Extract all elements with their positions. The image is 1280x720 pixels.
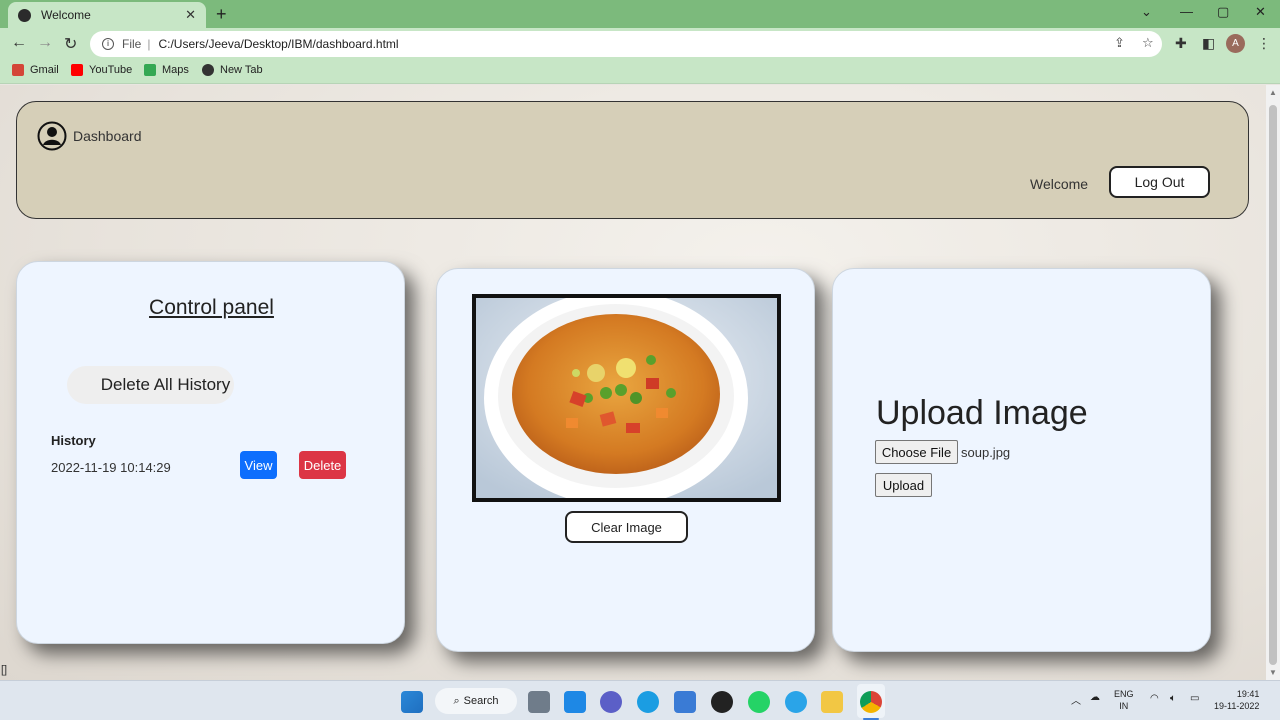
logout-button[interactable]: Log Out [1109, 166, 1210, 198]
bookmark-new-tab[interactable]: New Tab [202, 64, 263, 76]
youtube-icon [71, 64, 83, 76]
url-scheme: File [122, 37, 142, 51]
globe-icon [202, 64, 214, 76]
scrollbar-thumb[interactable] [1269, 105, 1277, 665]
chat-icon[interactable] [600, 691, 622, 713]
close-window-icon[interactable]: ✕ [1255, 4, 1266, 20]
bookmark-label: New Tab [220, 64, 263, 76]
welcome-text: Welcome [1030, 176, 1089, 192]
dashboard-header: Dashboard Welcome Log Out [16, 101, 1249, 219]
url-text: C:/Users/Jeeva/Desktop/IBM/dashboard.htm… [158, 37, 399, 51]
tab-search-icon[interactable]: ⌄ [1141, 4, 1152, 20]
close-tab-icon[interactable]: ✕ [185, 7, 196, 23]
taskbar-search[interactable]: ⌕ Search [435, 688, 517, 714]
wifi-icon[interactable]: ◠ [1150, 693, 1159, 704]
windows-start-icon[interactable] [401, 691, 423, 713]
volume-icon[interactable]: 🔈︎ [1170, 693, 1176, 704]
browser-tab-bar: Welcome ✕ + ⌄ — ▢ ✕ [0, 0, 1280, 28]
battery-icon[interactable]: ▭ [1190, 693, 1199, 704]
url-separator: | [147, 37, 151, 51]
page-viewport: Dashboard Welcome Log Out Control panel … [0, 85, 1266, 680]
onedrive-icon[interactable]: ☁ [1090, 692, 1100, 703]
app-icon[interactable] [711, 691, 733, 713]
page-scrollbar[interactable]: ▲ ▼ [1266, 85, 1280, 680]
store-icon[interactable] [674, 691, 696, 713]
globe-icon [18, 8, 31, 22]
extensions-icon[interactable]: ✚ [1175, 35, 1187, 52]
edge-icon[interactable] [637, 691, 659, 713]
scroll-down-icon[interactable]: ▼ [1269, 668, 1277, 677]
tab-welcome[interactable]: Welcome ✕ [8, 2, 206, 28]
region-code: IN [1119, 701, 1129, 711]
control-panel-title: Control panel [149, 296, 274, 319]
profile-avatar[interactable]: A [1226, 34, 1245, 53]
bookmark-label: Gmail [30, 64, 59, 76]
info-icon[interactable]: i [102, 38, 114, 50]
soup-bowl-image [476, 298, 777, 498]
back-icon[interactable]: ← [11, 34, 27, 52]
maps-icon [144, 64, 156, 76]
scroll-up-icon[interactable]: ▲ [1269, 88, 1277, 97]
upload-title: Upload Image [876, 394, 1088, 432]
file-explorer-icon[interactable] [821, 691, 843, 713]
maximize-icon[interactable]: ▢ [1217, 4, 1229, 20]
language-indicator[interactable]: ENG IN [1114, 688, 1134, 712]
search-icon: ⌕ [453, 694, 460, 707]
bookmark-star-icon[interactable]: ☆ [1142, 35, 1154, 51]
bookmark-gmail[interactable]: Gmail [12, 64, 59, 76]
selected-file-name: soup.jpg [961, 445, 1011, 460]
choose-file-button[interactable]: Choose File [875, 440, 958, 464]
address-bar[interactable]: i File | C:/Users/Jeeva/Desktop/IBM/dash… [90, 31, 1162, 57]
forward-icon[interactable]: → [37, 34, 53, 52]
browser-toolbar: ← → ↻ i File | C:/Users/Jeeva/Desktop/IB… [0, 28, 1280, 60]
side-panel-icon[interactable]: ◧ [1202, 35, 1215, 52]
bookmark-youtube[interactable]: YouTube [71, 64, 132, 76]
upload-button[interactable]: Upload [875, 473, 932, 497]
delete-button[interactable]: Delete [299, 451, 346, 479]
bookmark-maps[interactable]: Maps [144, 64, 189, 76]
language-code: ENG [1114, 689, 1134, 699]
image-preview-panel: Clear Image [436, 268, 815, 652]
reload-icon[interactable]: ↻ [64, 34, 77, 54]
corner-bracket-text: [] [1, 664, 8, 676]
clock[interactable]: 19:41 19-11-2022 [1214, 688, 1259, 712]
windows-taskbar: ⌕ Search ︿ ☁ ENG IN ◠ 🔈︎ ▭ 19:41 19-11-2… [0, 680, 1280, 720]
history-label: History [51, 433, 96, 448]
whatsapp-icon[interactable] [748, 691, 770, 713]
share-icon[interactable]: ⇪ [1114, 35, 1125, 51]
bookmark-label: YouTube [89, 64, 133, 76]
clear-image-button[interactable]: Clear Image [565, 511, 688, 543]
gmail-icon [12, 64, 24, 76]
bookmarks-bar: Gmail YouTube Maps New Tab [0, 60, 1280, 84]
dashboard-title: Dashboard [73, 128, 142, 144]
control-panel: Control panel Delete All History History… [16, 261, 405, 644]
menu-icon[interactable]: ⋮ [1257, 35, 1271, 52]
clock-date: 19-11-2022 [1214, 701, 1260, 711]
tab-title: Welcome [41, 8, 91, 22]
minimize-icon[interactable]: — [1180, 4, 1193, 19]
clock-time: 19:41 [1236, 689, 1260, 699]
help-icon[interactable] [785, 691, 807, 713]
user-icon [37, 121, 67, 151]
history-item-date: 2022-11-19 10:14:29 [51, 460, 171, 475]
soup-image [472, 294, 781, 502]
view-button[interactable]: View [240, 451, 277, 479]
delete-all-history-button[interactable]: Delete All History [67, 366, 234, 404]
upload-panel: Upload Image Choose File soup.jpg Upload [832, 268, 1211, 652]
widgets-icon[interactable] [564, 691, 586, 713]
bookmark-label: Maps [162, 64, 189, 76]
new-tab-button[interactable]: + [216, 4, 227, 25]
task-view-icon[interactable] [528, 691, 550, 713]
chrome-icon[interactable] [860, 691, 882, 713]
search-label: Search [463, 695, 499, 707]
tray-overflow-icon[interactable]: ︿ [1071, 692, 1081, 707]
